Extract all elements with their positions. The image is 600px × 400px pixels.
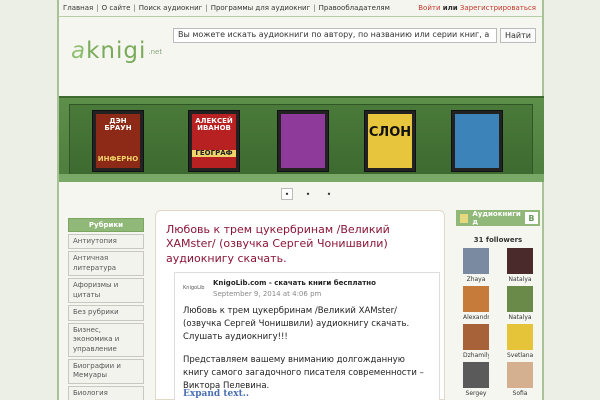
search-button[interactable]: Найти — [500, 28, 536, 43]
follower-item[interactable]: Alexandra — [463, 286, 489, 324]
book-cover-art: АЛЕКСЕЙ ИВАНОВ ГЕОГРАФ — [192, 114, 236, 168]
followers-count: 31 followers — [473, 236, 523, 244]
book-cover-art: ДЭН БРАУН ИНФЕРНО — [96, 114, 140, 168]
category-item[interactable]: Антиутопия — [68, 234, 144, 250]
pager-dot-2[interactable]: • — [302, 188, 314, 200]
card-paragraph-2: Представляем вашему вниманию долгожданну… — [183, 355, 424, 391]
book-subtitle: ГЕОГРАФ — [192, 150, 236, 157]
categories-header: Рубрики — [68, 218, 144, 232]
page-frame: Главная | О сайте | Поиск аудиокниг | Прогр… — [57, 0, 544, 400]
category-item[interactable]: Античная литература — [68, 251, 144, 277]
category-item[interactable]: Афоризмы и цитаты — [68, 278, 144, 304]
category-item[interactable]: Биографии и Мемуары — [68, 358, 144, 384]
book-cover-art: СЛОН — [368, 114, 412, 168]
follower-item[interactable]: Zhaya — [463, 248, 489, 286]
pager-dot-3[interactable]: • — [323, 188, 335, 200]
book-cover-art — [455, 114, 499, 168]
book-cover-art — [281, 114, 325, 168]
follower-avatar[interactable] — [507, 248, 533, 274]
nav-link-about[interactable]: О сайте — [102, 4, 131, 12]
follower-item[interactable]: Svetlana — [507, 324, 533, 362]
search-input[interactable]: Вы можете искать аудиокниги по автору, п… — [173, 28, 497, 43]
nav-link-home[interactable]: Главная — [63, 4, 93, 12]
book-title: ДЭН БРАУН — [104, 117, 132, 132]
logo-main: knigi — [86, 38, 147, 64]
book-cover-3[interactable] — [277, 110, 329, 172]
follower-name: Dzhamilya — [463, 352, 489, 359]
book-cover-5[interactable] — [451, 110, 503, 172]
site-logo[interactable]: aknigi .net — [71, 38, 162, 64]
follower-name: Svetlana — [507, 352, 533, 359]
nav-link-programs[interactable]: Программы для аудиокниг — [211, 4, 311, 12]
card-paragraph-1: Любовь к трем цукербринам /Великий XAMst… — [183, 306, 410, 342]
follower-avatar[interactable] — [507, 362, 533, 388]
logo-prefix: a — [71, 38, 87, 64]
follower-avatar[interactable] — [507, 286, 533, 312]
followers-widget: Аудиокниги д B 31 followers Zhaya Natalya… — [456, 210, 540, 400]
follower-name: Sofia — [512, 390, 528, 397]
category-item[interactable]: Бизнес, экономика и управление — [68, 322, 144, 357]
blogger-icon[interactable]: B — [524, 212, 538, 224]
follower-name: Natalya — [508, 314, 532, 321]
follower-avatar[interactable] — [463, 286, 489, 312]
pager-dot-1[interactable]: • — [281, 188, 293, 200]
top-navigation: Главная | О сайте | Поиск аудиокниг | Прогр… — [59, 0, 542, 17]
follower-avatar[interactable] — [507, 324, 533, 350]
login-area: Войти или Зарегистрироваться — [418, 4, 536, 12]
login-or-text: или — [442, 4, 458, 12]
book-cover-4[interactable]: СЛОН — [364, 110, 416, 172]
book-cover-1[interactable]: ДЭН БРАУН ИНФЕРНО — [92, 110, 144, 172]
book-cover-2[interactable]: АЛЕКСЕЙ ИВАНОВ ГЕОГРАФ — [188, 110, 240, 172]
follower-item[interactable]: Natalya — [507, 286, 533, 324]
follower-item[interactable]: Natalya — [507, 248, 533, 286]
follower-item[interactable]: Dzhamilya — [463, 324, 489, 362]
carousel-pager: • • • — [281, 188, 335, 200]
category-item[interactable]: Без рубрики — [68, 305, 144, 321]
follower-avatar[interactable] — [463, 248, 489, 274]
follower-name: Zhaya — [466, 276, 486, 283]
card-date: September 9, 2014 at 4:06 pm — [213, 290, 322, 298]
followers-header: Аудиокниги д B — [456, 210, 540, 226]
followers-grid: Zhaya Natalya Alexandra Natalya Dzhamilya Sve… — [456, 248, 540, 400]
followers-blog-name[interactable]: Аудиокниги д — [472, 210, 525, 226]
follower-name: Natalya — [508, 276, 532, 283]
category-item[interactable]: Биология — [68, 385, 144, 400]
follower-name: Alexandra — [463, 314, 489, 321]
register-link[interactable]: Зарегистрироваться — [460, 4, 536, 12]
card-site-name[interactable]: KnigoLib.com - скачать книги бесплатно — [213, 279, 376, 287]
follower-name: Sergey — [465, 390, 487, 397]
book-title: АЛЕКСЕЙ ИВАНОВ — [195, 117, 233, 132]
post-title[interactable]: Любовь к трем цукербринам /Великий XAMst… — [166, 223, 436, 266]
follower-item[interactable]: Sergey — [463, 362, 489, 400]
book-title: СЛОН — [368, 125, 412, 140]
book-shelf: ДЭН БРАУН ИНФЕРНО АЛЕКСЕЙ ИВАНОВ ГЕОГРАФ… — [59, 96, 544, 182]
blog-icon — [460, 213, 469, 223]
logo-suffix: .net — [148, 47, 163, 56]
nav-link-copyright[interactable]: Правообладателям — [319, 4, 390, 12]
shelf-floor — [59, 174, 544, 182]
embedded-post-card: KnigoLib KnigoLib.com - скачать книги бе… — [174, 272, 440, 400]
follower-avatar[interactable] — [463, 324, 489, 350]
card-body-text: Любовь к трем цукербринам /Великий XAMst… — [183, 305, 433, 393]
nav-link-search-audiobooks[interactable]: Поиск аудиокниг — [139, 4, 203, 12]
knigolib-logo: KnigoLib — [183, 285, 205, 291]
login-link[interactable]: Войти — [418, 4, 440, 12]
post-content: Любовь к трем цукербринам /Великий XAMst… — [155, 210, 445, 400]
book-subtitle: ИНФЕРНО — [97, 155, 139, 163]
follower-avatar[interactable] — [463, 362, 489, 388]
follower-item[interactable]: Sofia — [507, 362, 533, 400]
expand-text-link[interactable]: Expand text.. — [183, 389, 249, 399]
categories-sidebar: Рубрики Антиутопия Античная литература А… — [68, 218, 144, 400]
